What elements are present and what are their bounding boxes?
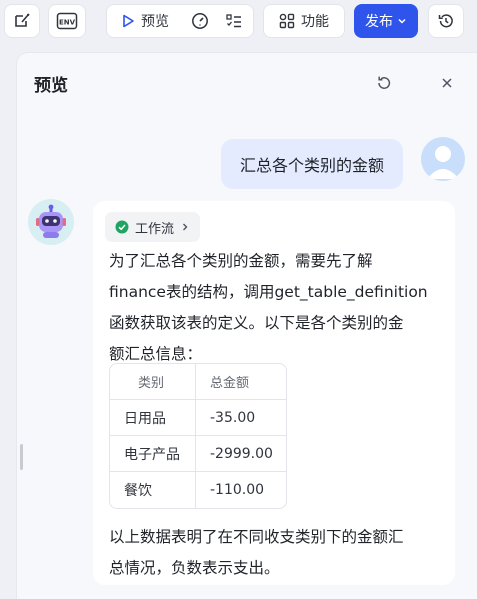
ai-edit-icon (15, 13, 30, 27)
table-cell-total: -35.00 (196, 400, 286, 436)
gauge-icon (192, 13, 208, 29)
checklist-icon (226, 14, 241, 28)
intro-line: 为了汇总各个类别的金额，需要先了解 (109, 252, 373, 270)
table-header-category: 类别 (110, 364, 196, 400)
table-cell-total: -2999.00 (196, 436, 286, 472)
checklist-button[interactable] (217, 5, 251, 37)
chevron-right-icon (183, 223, 188, 231)
bot-avatar (28, 199, 74, 245)
intro-line: finance表的结构，调用get_table_definition (109, 283, 428, 301)
outro-line: 总情况，负数表示支出。 (109, 559, 280, 577)
apps-icon (279, 13, 295, 29)
bot-intro-text: 为了汇总各个类别的金额，需要先了解 finance表的结构，调用get_tabl… (109, 246, 445, 370)
user-avatar (421, 137, 465, 181)
table-header-row: 类别 总金额 (110, 364, 286, 400)
reset-button[interactable] (374, 73, 394, 93)
robot-icon (36, 204, 66, 238)
chevron-down-icon (398, 18, 406, 24)
bot-message: 工作流 为了汇总各个类别的金额，需要先了解 finance表的结构，调用get_… (93, 201, 455, 585)
user-avatar-icon (427, 146, 459, 179)
user-message-text: 汇总各个类别的金额 (239, 156, 384, 175)
preview-button[interactable]: 预览 (107, 5, 183, 37)
panel-title: 预览 (34, 76, 68, 96)
ai-edit-button[interactable] (4, 4, 40, 38)
publish-button[interactable]: 发布 (354, 4, 418, 38)
play-icon (123, 14, 134, 28)
table-header-total: 总金额 (196, 364, 286, 400)
bot-outro-text: 以上数据表明了在不同收支类别下的金额汇 总情况，负数表示支出。 (109, 522, 445, 584)
table-cell-category: 日用品 (110, 400, 196, 436)
workflow-label: 工作流 (135, 221, 175, 237)
history-button[interactable] (428, 4, 464, 38)
debug-button[interactable] (183, 5, 217, 37)
preview-panel: 预览 汇总各个类别的金额 工作流 为了汇总各个类别的金额，需要先了解 finan… (16, 52, 477, 599)
intro-line: 函数获取该表的定义。以下是各个类别的金 (109, 314, 404, 332)
preview-toolbar-group: 预览 (106, 4, 254, 38)
check-circle-icon (115, 220, 129, 234)
svg-text:ENV: ENV (59, 19, 76, 27)
history-icon (438, 14, 453, 28)
feature-label: 功能 (301, 14, 329, 30)
top-toolbar: ENV 预览 功能 发布 (0, 0, 477, 44)
table-cell-category: 电子产品 (110, 436, 196, 472)
table-row: 餐饮 -110.00 (110, 472, 286, 508)
publish-label: 发布 (365, 14, 393, 30)
resize-handle[interactable] (20, 444, 23, 470)
table-row: 日用品 -35.00 (110, 400, 286, 436)
env-icon: ENV (56, 12, 78, 30)
env-button[interactable]: ENV (48, 4, 86, 38)
table-cell-category: 餐饮 (110, 472, 196, 508)
user-message: 汇总各个类别的金额 (221, 139, 403, 189)
close-button[interactable] (437, 73, 457, 93)
feature-button[interactable]: 功能 (263, 4, 345, 38)
close-icon (442, 78, 452, 88)
outro-line: 以上数据表明了在不同收支类别下的金额汇 (109, 528, 404, 546)
preview-label: 预览 (141, 14, 169, 30)
refresh-icon (378, 76, 391, 89)
table-cell-total: -110.00 (210, 482, 265, 498)
workflow-tag[interactable]: 工作流 (105, 212, 201, 242)
category-total-table: 类别 总金额 日用品 -35.00 电子产品 -2999.00 餐饮 -110.… (109, 363, 287, 509)
table-row: 电子产品 -2999.00 (110, 436, 286, 472)
